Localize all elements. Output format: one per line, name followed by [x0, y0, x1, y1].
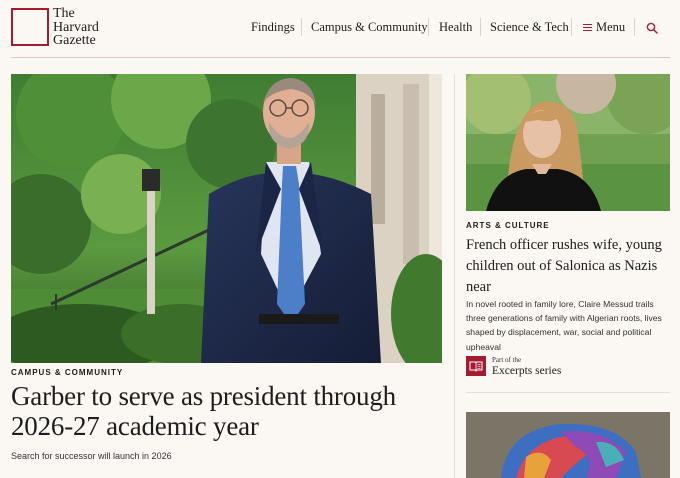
- side-divider: [466, 392, 670, 393]
- nav-separator: [571, 18, 572, 36]
- main-nav: Findings Campus & Community Health Scien…: [0, 0, 680, 56]
- series-prefix: Part of the: [492, 356, 522, 364]
- next-story-image[interactable]: [466, 412, 670, 478]
- hero-image[interactable]: [11, 74, 442, 363]
- series-name[interactable]: Excerpts series: [492, 365, 561, 377]
- nav-item-findings[interactable]: Findings: [251, 20, 295, 35]
- nav-separator: [634, 18, 635, 36]
- nav-separator: [480, 18, 481, 36]
- column-divider: [454, 74, 455, 478]
- side-story-image[interactable]: [466, 74, 670, 211]
- site-header: The Harvard Gazette Findings Campus & Co…: [0, 0, 680, 58]
- header-divider: [11, 57, 670, 58]
- nav-item-science-tech[interactable]: Science & Tech: [490, 20, 569, 35]
- search-icon[interactable]: [646, 21, 658, 34]
- nav-separator: [301, 18, 302, 36]
- side-story-headline[interactable]: French officer rushes wife, young childr…: [466, 235, 674, 298]
- nav-separator: [428, 18, 429, 36]
- hamburger-icon[interactable]: [583, 24, 592, 32]
- hero-subtitle: Search for successor will launch in 2026: [11, 451, 172, 461]
- series-link[interactable]: Part of the Excerpts series: [466, 355, 670, 379]
- menu-button[interactable]: Menu: [596, 20, 625, 35]
- hero-kicker[interactable]: CAMPUS & COMMUNITY: [11, 368, 123, 377]
- hero-headline[interactable]: Garber to serve as president through 202…: [11, 381, 451, 441]
- side-story-dek: In novel rooted in family lore, Claire M…: [466, 299, 662, 352]
- nav-item-campus-community[interactable]: Campus & Community: [311, 20, 428, 35]
- side-story-kicker[interactable]: ARTS & CULTURE: [466, 221, 550, 230]
- book-icon: [466, 356, 486, 376]
- nav-item-health[interactable]: Health: [439, 20, 472, 35]
